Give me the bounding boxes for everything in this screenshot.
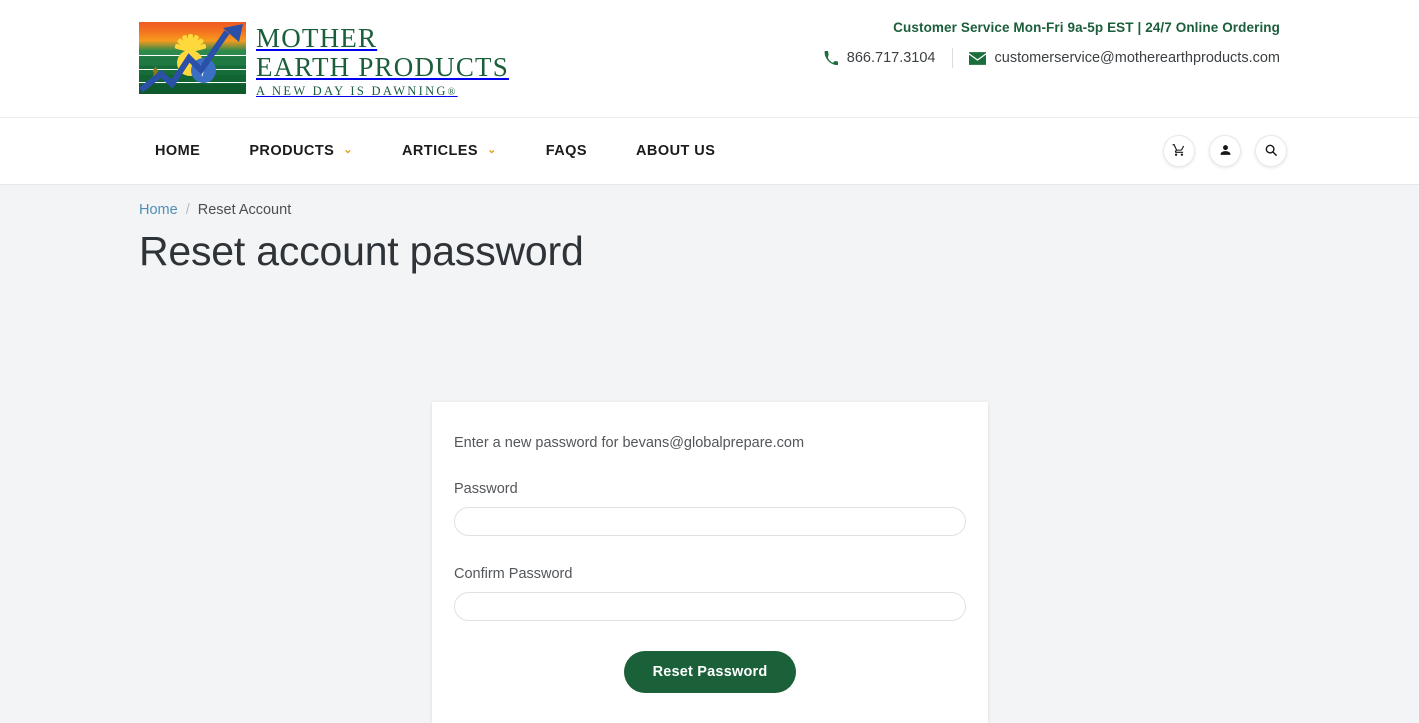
header-contact-block: Customer Service Mon-Fri 9a-5p EST | 24/… <box>808 20 1280 68</box>
nav-label-products: PRODUCTS <box>249 143 335 159</box>
password-input[interactable] <box>454 507 966 536</box>
main-navigation: HOME PRODUCTS ⌄ ARTICLES ⌄ FAQS ABOUT US <box>0 117 1419 185</box>
envelope-icon <box>968 51 986 65</box>
breadcrumb: Home / Reset Account <box>0 185 1419 218</box>
phone-link[interactable]: 866.717.3104 <box>808 50 952 66</box>
nav-label-faqs: FAQS <box>545 143 588 159</box>
contact-links-row: 866.717.3104 customerservice@motherearth… <box>808 48 1280 68</box>
nav-item-faqs[interactable]: FAQS <box>521 143 611 159</box>
registered-mark: ® <box>447 87 458 98</box>
logo-text-line-1: MOTHER <box>256 23 378 53</box>
nav-item-about-us[interactable]: ABOUT US <box>611 143 739 159</box>
logo-tagline: A NEW DAY IS DAWNING <box>256 84 448 98</box>
page-title: Reset account password <box>139 228 584 274</box>
nav-item-home[interactable]: HOME <box>155 143 224 159</box>
email-address: customerservice@motherearthproducts.com <box>994 50 1281 66</box>
logo-text-line-2: EARTH PRODUCTS <box>256 52 509 82</box>
nav-menu: HOME PRODUCTS ⌄ ARTICLES ⌄ FAQS ABOUT US <box>155 143 739 159</box>
search-icon <box>1264 143 1278 160</box>
nav-icon-group <box>1163 135 1287 167</box>
chevron-down-icon: ⌄ <box>343 143 353 156</box>
search-button[interactable] <box>1255 135 1287 167</box>
confirm-password-label: Confirm Password <box>454 566 573 582</box>
account-button[interactable] <box>1209 135 1241 167</box>
phone-icon <box>824 51 838 65</box>
nav-item-products[interactable]: PRODUCTS ⌄ <box>224 143 377 159</box>
reset-password-button[interactable]: Reset Password <box>623 651 797 693</box>
page-content: Home / Reset Account Reset account passw… <box>0 185 1419 723</box>
user-icon <box>1219 143 1232 160</box>
nav-label-about-us: ABOUT US <box>636 143 716 159</box>
submit-row: Reset Password <box>454 651 966 693</box>
logo-graphic-icon <box>139 22 246 94</box>
password-label: Password <box>454 481 518 497</box>
cart-icon <box>1172 143 1186 160</box>
phone-number: 866.717.3104 <box>846 50 936 66</box>
chevron-down-icon: ⌄ <box>487 143 497 156</box>
cart-button[interactable] <box>1163 135 1195 167</box>
site-header: MOTHER EARTH PRODUCTS A NEW DAY IS DAWNI… <box>0 0 1419 117</box>
confirm-password-field-group: Confirm Password <box>454 566 966 621</box>
breadcrumb-home-link[interactable]: Home <box>139 202 178 218</box>
reset-instruction-text: Enter a new password for bevans@globalpr… <box>454 435 805 451</box>
site-logo[interactable]: MOTHER EARTH PRODUCTS A NEW DAY IS DAWNI… <box>139 22 509 101</box>
nav-label-home: HOME <box>155 143 201 159</box>
nav-item-articles[interactable]: ARTICLES ⌄ <box>377 143 521 159</box>
confirm-password-input[interactable] <box>454 592 966 621</box>
reset-password-card: Enter a new password for bevans@globalpr… <box>432 402 988 723</box>
nav-label-articles: ARTICLES <box>401 143 479 159</box>
password-field-group: Password <box>454 481 966 536</box>
customer-service-hours: Customer Service Mon-Fri 9a-5p EST | 24/… <box>893 20 1280 35</box>
email-link[interactable]: customerservice@motherearthproducts.com <box>953 50 1281 66</box>
breadcrumb-current: Reset Account <box>197 202 292 218</box>
breadcrumb-separator: / <box>185 202 190 218</box>
